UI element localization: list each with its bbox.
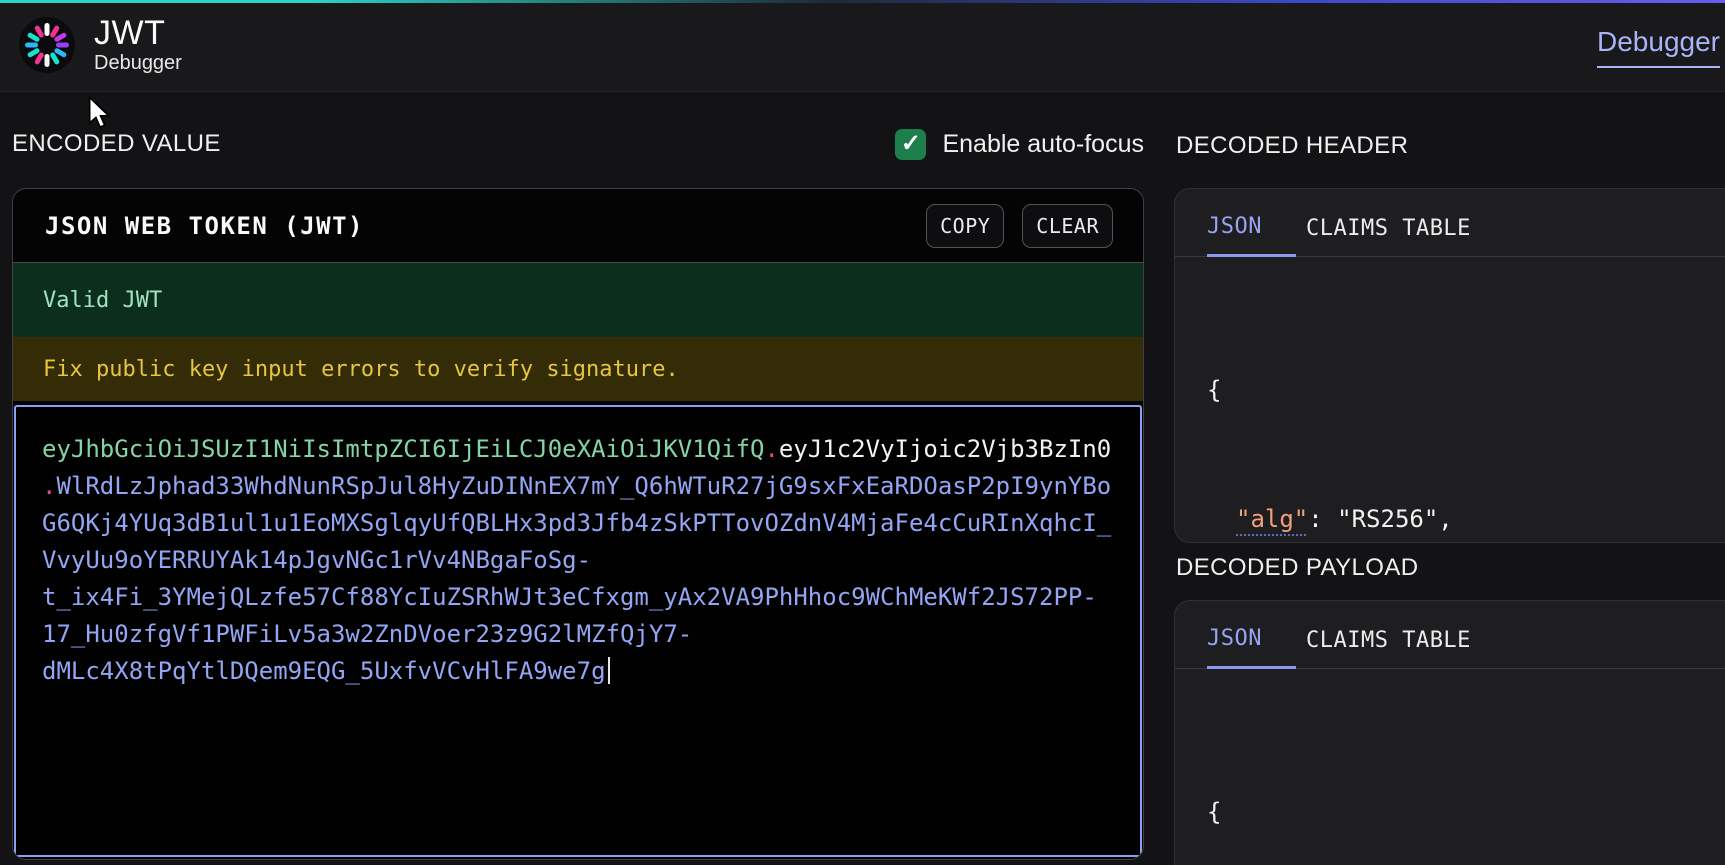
- token-header-segment: eyJhbGciOiJSUzI1NiIsImtpZCI6IjEiLCJ0eXAi…: [42, 435, 764, 463]
- clear-button[interactable]: CLEAR: [1022, 204, 1113, 248]
- autofocus-checkbox[interactable]: ✓: [895, 129, 926, 160]
- token-line: VvyUu9oYERRUYAk14pJgvNGc1rVv4NBgaFoSg-: [42, 542, 1140, 579]
- decoded-header-json: { "alg": "RS256", "kid": "1", "typ": "JW…: [1175, 257, 1725, 543]
- decoded-column: DECODED HEADER JSON CLAIMS TABLE { "alg"…: [1174, 92, 1725, 865]
- jwt-panel-title: JSON WEB TOKEN (JWT): [45, 212, 364, 240]
- token-signature-segment: WlRdLzJphad33WhdNunRSpJul8HyZuDINnEX7mY_…: [56, 472, 1111, 500]
- decoded-payload-tabs: JSON CLAIMS TABLE: [1175, 601, 1725, 669]
- token-line: 17_Hu0zfgVf1PWFiLv5a3w2ZnDVoer23z9G2lMZf…: [42, 616, 1140, 653]
- signature-warning-banner: Fix public key input errors to verify si…: [13, 337, 1143, 401]
- token-signature-segment: VvyUu9oYERRUYAk14pJgvNGc1rVv4NBgaFoSg-: [42, 546, 591, 574]
- jwt-logo-icon: [18, 16, 76, 74]
- token-line: dMLc4X8tPqYtlDQem9EQG_5UxfvVCvHlFA9we7g: [42, 653, 1140, 690]
- decoded-payload-panel: JSON CLAIMS TABLE { "user": "secops" }: [1174, 600, 1725, 865]
- token-separator: .: [764, 435, 778, 463]
- encoded-value-title: ENCODED VALUE: [12, 130, 221, 158]
- decoded-header-title: DECODED HEADER: [1176, 132, 1408, 160]
- json-key: "alg": [1236, 505, 1308, 533]
- token-line: G6QKj4YUq3dB1ul1u1EoMXSglqyUfQBLHx3pd3Jf…: [42, 505, 1140, 542]
- autofocus-label[interactable]: Enable auto-focus: [942, 130, 1144, 159]
- token-separator: .: [42, 472, 56, 500]
- top-navbar: JWT Debugger Debugger: [0, 0, 1725, 92]
- token-signature-segment: 17_Hu0zfgVf1PWFiLv5a3w2ZnDVoer23z9G2lMZf…: [42, 620, 692, 648]
- token-signature-segment: dMLc4X8tPqYtlDQem9EQG_5UxfvVCvHlFA9we7g: [42, 657, 606, 685]
- decoded-payload-title: DECODED PAYLOAD: [1176, 554, 1419, 582]
- token-line: .WlRdLzJphad33WhdNunRSpJul8HyZuDINnEX7mY…: [42, 468, 1140, 505]
- token-signature-segment: G6QKj4YUq3dB1ul1u1EoMXSglqyUfQBLHx3pd3Jf…: [42, 509, 1111, 537]
- tab-json[interactable]: JSON: [1207, 626, 1296, 669]
- jwt-encoded-panel: JSON WEB TOKEN (JWT) COPY CLEAR Valid JW…: [12, 188, 1144, 860]
- encoded-section-header: ENCODED VALUE ✓ Enable auto-focus: [12, 92, 1144, 180]
- nav-link-debugger[interactable]: Debugger: [1597, 26, 1720, 68]
- text-caret: [608, 657, 611, 684]
- token-line: t_ix4Fi_3YMejQLzfe57Cf88YcIuZSRhWJt3eCfx…: [42, 579, 1140, 616]
- decoded-header-tabs: JSON CLAIMS TABLE: [1175, 189, 1725, 257]
- json-open-brace: {: [1207, 791, 1725, 833]
- autofocus-toggle[interactable]: ✓ Enable auto-focus: [895, 129, 1144, 160]
- token-line: eyJhbGciOiJSUzI1NiIsImtpZCI6IjEiLCJ0eXAi…: [42, 431, 1140, 468]
- brand-title: JWT: [94, 15, 182, 51]
- check-icon: ✓: [901, 132, 921, 156]
- decoded-payload-json: { "user": "secops" }: [1175, 669, 1725, 865]
- valid-jwt-banner: Valid JWT: [13, 263, 1143, 337]
- navbar-accent-gradient: [0, 0, 1725, 3]
- tab-claims-table[interactable]: CLAIMS TABLE: [1306, 216, 1481, 256]
- json-entry: "alg": "RS256",: [1207, 498, 1725, 541]
- decoded-header-panel: JSON CLAIMS TABLE { "alg": "RS256", "kid…: [1174, 188, 1725, 543]
- tab-claims-table[interactable]: CLAIMS TABLE: [1306, 628, 1481, 668]
- jwt-token-editor[interactable]: eyJhbGciOiJSUzI1NiIsImtpZCI6IjEiLCJ0eXAi…: [14, 405, 1142, 857]
- brand-subtitle: Debugger: [94, 51, 182, 75]
- token-payload-segment: eyJ1c2VyIjoic2Vjb3BzIn0: [779, 435, 1111, 463]
- copy-button[interactable]: COPY: [926, 204, 1004, 248]
- json-open-brace: {: [1207, 369, 1725, 412]
- tab-json[interactable]: JSON: [1207, 214, 1296, 257]
- jwt-panel-header: JSON WEB TOKEN (JWT) COPY CLEAR: [13, 189, 1143, 263]
- token-signature-segment: t_ix4Fi_3YMejQLzfe57Cf88YcIuZSRhWJt3eCfx…: [42, 583, 1097, 611]
- json-value: : "RS256",: [1308, 505, 1453, 533]
- brand: JWT Debugger: [18, 15, 182, 75]
